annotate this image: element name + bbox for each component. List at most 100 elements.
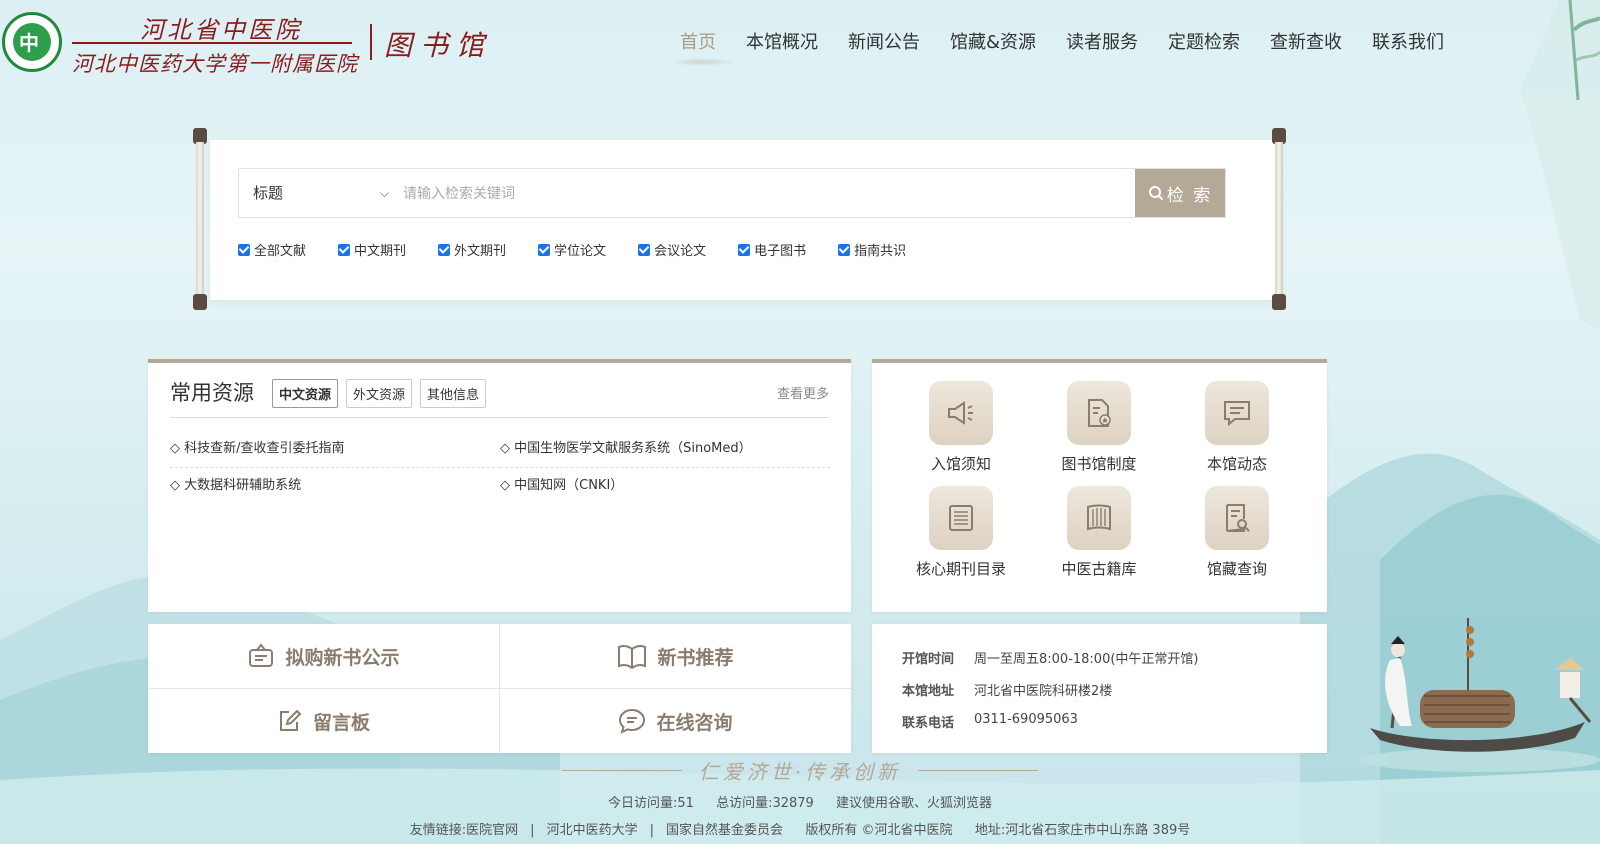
hospital-logo[interactable]: 中 bbox=[2, 12, 62, 72]
filter-label: 电子图书 bbox=[754, 244, 807, 259]
links-prefix: 友情链接: bbox=[409, 823, 467, 838]
service-label: 馆藏查询 bbox=[1206, 560, 1267, 578]
address-row: 本馆地址 河北省中医院科研楼2楼 bbox=[902, 680, 1112, 699]
motto-text: 仁爱济世·传承创新 bbox=[698, 760, 902, 784]
list-item[interactable]: ◇ 大数据科研辅助系统 bbox=[170, 468, 500, 504]
list-item[interactable]: ◇ 中国知网（CNKI） bbox=[500, 468, 830, 504]
service-label: 核心期刊目录 bbox=[915, 560, 1006, 578]
services-grid: 入馆须知 图书馆制度 本馆动态 核心期刊目录 中医古籍库 馆藏查询 bbox=[892, 381, 1307, 579]
main-nav: 首页 本馆概况 新闻公告 馆藏&资源 读者服务 定题检索 查新查收 联系我们 bbox=[670, 28, 1474, 66]
library-info-card: 开馆时间 周一至周五8:00-18:00(中午正常开馆) 本馆地址 河北省中医院… bbox=[872, 624, 1327, 753]
message-board-label: 留言板 bbox=[312, 711, 370, 734]
site-header: 中 河北省中医院 河北中医药大学第一附属医院 图书馆 首页 本馆概况 新闻公告 … bbox=[0, 0, 1600, 100]
filter-guideline[interactable]: 指南共识 bbox=[838, 240, 906, 259]
filter-foreign-journal[interactable]: 外文期刊 bbox=[438, 240, 506, 259]
hospital-name: 河北省中医院 bbox=[140, 16, 302, 44]
checkbox-checked-icon bbox=[638, 243, 651, 256]
new-book-notice-button[interactable]: 拟购新书公示 bbox=[148, 624, 499, 688]
hospital-subtitle: 河北中医药大学第一附属医院 bbox=[72, 52, 358, 76]
checkbox-checked-icon bbox=[338, 243, 351, 256]
service-collection-search[interactable]: 馆藏查询 bbox=[1168, 486, 1306, 579]
separator: | bbox=[530, 823, 535, 838]
checkbox-checked-icon bbox=[438, 243, 451, 256]
filter-all[interactable]: 全部文献 bbox=[238, 240, 306, 259]
search-button[interactable]: 检 索 bbox=[1135, 169, 1225, 217]
opening-hours-value: 周一至周五8:00-18:00(中午正常开馆) bbox=[974, 652, 1199, 667]
footer-stats: 今日访问量:51 总访问量:32879 建议使用谷歌、火狐浏览器 bbox=[0, 792, 1600, 811]
phone-value: 0311-69095063 bbox=[974, 712, 1078, 727]
search-icon bbox=[1148, 186, 1164, 201]
message-board-button[interactable]: 留言板 bbox=[148, 689, 499, 753]
search-doc-icon bbox=[1205, 486, 1269, 550]
address-key: 本馆地址 bbox=[902, 684, 955, 699]
library-name: 图书馆 bbox=[384, 29, 493, 62]
nav-news[interactable]: 新闻公告 bbox=[848, 28, 920, 54]
link-hospital-site[interactable]: 医院官网 bbox=[466, 823, 518, 838]
filter-thesis[interactable]: 学位论文 bbox=[538, 240, 606, 259]
filter-conference[interactable]: 会议论文 bbox=[638, 240, 706, 259]
copyright: 版权所有 ©河北省中医院 bbox=[805, 823, 953, 838]
tab-foreign-resources[interactable]: 外文资源 bbox=[346, 379, 413, 408]
search-field-value: 标题 bbox=[253, 184, 284, 202]
library-separator bbox=[370, 24, 372, 60]
filter-ebook[interactable]: 电子图书 bbox=[738, 240, 806, 259]
nav-collections[interactable]: 馆藏&资源 bbox=[950, 28, 1036, 54]
search-input[interactable] bbox=[399, 169, 1135, 219]
nav-contact[interactable]: 联系我们 bbox=[1372, 28, 1444, 54]
search-field-select[interactable]: 标题 ⌵ bbox=[239, 169, 397, 217]
address-value: 河北省中医院科研楼2楼 bbox=[974, 684, 1113, 699]
total-visits: 总访问量:32879 bbox=[716, 796, 814, 811]
resources-tabs: 中文资源 外文资源 其他信息 bbox=[272, 379, 494, 408]
search-panel: 标题 ⌵ 检 索 全部文献 中文期刊 外文期刊 学位论文 会议论文 电子图书 指… bbox=[210, 140, 1280, 300]
online-consult-label: 在线咨询 bbox=[656, 711, 733, 734]
list-icon bbox=[929, 486, 993, 550]
list-item[interactable]: ◇ 中国生物医学文献服务系统（SinoMed） bbox=[500, 431, 830, 468]
document-star-icon bbox=[1067, 381, 1131, 445]
opening-hours-key: 开馆时间 bbox=[902, 652, 955, 667]
open-book-icon bbox=[618, 644, 647, 670]
view-more-link[interactable]: 查看更多 bbox=[777, 383, 829, 402]
service-core-journals[interactable]: 核心期刊目录 bbox=[892, 486, 1030, 579]
common-resources-card: 常用资源 中文资源 外文资源 其他信息 查看更多 ◇ 科技查新/查收查引委托指南… bbox=[148, 359, 851, 612]
link-university[interactable]: 河北中医药大学 bbox=[547, 823, 638, 838]
megaphone-icon bbox=[929, 381, 993, 445]
tab-other-info[interactable]: 其他信息 bbox=[420, 379, 487, 408]
service-library-rules[interactable]: 图书馆制度 bbox=[1030, 381, 1168, 474]
chat-bubble-icon bbox=[619, 708, 646, 734]
new-book-notice-label: 拟购新书公示 bbox=[285, 646, 400, 669]
filter-cn-journal[interactable]: 中文期刊 bbox=[338, 240, 406, 259]
today-visits: 今日访问量:51 bbox=[608, 796, 694, 811]
service-admission-notice[interactable]: 入馆须知 bbox=[892, 381, 1030, 474]
motto-line-right bbox=[918, 770, 1039, 771]
resources-divider bbox=[170, 417, 829, 418]
scroll-rod-right bbox=[1272, 128, 1286, 310]
nav-about[interactable]: 本馆概况 bbox=[746, 28, 818, 54]
service-label: 图书馆制度 bbox=[1061, 455, 1137, 473]
filter-label: 会议论文 bbox=[654, 244, 707, 259]
nav-home[interactable]: 首页 bbox=[670, 28, 736, 66]
scroll-icon bbox=[1067, 486, 1131, 550]
nav-reader-services[interactable]: 读者服务 bbox=[1066, 28, 1138, 54]
logo-mark-icon: 中 bbox=[19, 31, 39, 55]
motto-line-left bbox=[561, 770, 682, 771]
checkbox-checked-icon bbox=[538, 243, 551, 256]
online-consult-button[interactable]: 在线咨询 bbox=[500, 689, 851, 753]
nav-topic-search[interactable]: 定题检索 bbox=[1168, 28, 1240, 54]
new-book-recommend-button[interactable]: 新书推荐 bbox=[500, 624, 851, 688]
bamboo-decoration-icon bbox=[1568, 0, 1600, 100]
list-item[interactable]: ◇ 科技查新/查收查引委托指南 bbox=[170, 431, 500, 468]
nav-novelty-search[interactable]: 查新查收 bbox=[1270, 28, 1342, 54]
service-library-news[interactable]: 本馆动态 bbox=[1168, 381, 1306, 474]
link-nsfc[interactable]: 国家自然基金委员会 bbox=[666, 823, 783, 838]
search-bar: 标题 ⌵ 检 索 bbox=[238, 168, 1226, 219]
footer-address: 地址:河北省石家庄市中山东路 389号 bbox=[974, 823, 1191, 838]
filter-label: 外文期刊 bbox=[454, 244, 507, 259]
hospital-name-divider bbox=[72, 42, 352, 44]
services-card: 入馆须知 图书馆制度 本馆动态 核心期刊目录 中医古籍库 馆藏查询 bbox=[872, 359, 1327, 612]
tab-chinese-resources[interactable]: 中文资源 bbox=[272, 379, 339, 408]
chevron-down-icon: ⌵ bbox=[379, 186, 389, 200]
service-tcm-ancient-books[interactable]: 中医古籍库 bbox=[1030, 486, 1168, 579]
browser-tip: 建议使用谷歌、火狐浏览器 bbox=[835, 796, 992, 811]
phone-row: 联系电话 0311-69095063 bbox=[902, 712, 1078, 731]
boat-illustration bbox=[1360, 618, 1600, 772]
